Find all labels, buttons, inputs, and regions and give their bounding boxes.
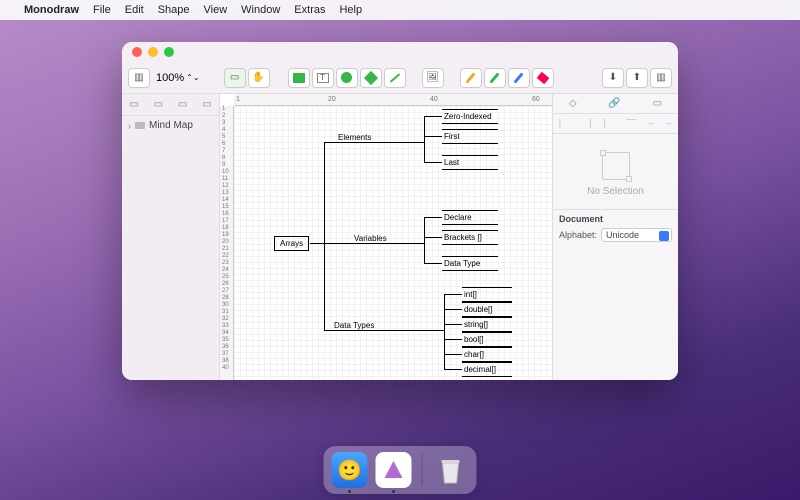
select-tool[interactable]: ▭ <box>224 68 246 88</box>
line-icon <box>389 73 399 82</box>
ruler-horizontal: 1 20 40 60 <box>234 94 552 106</box>
sidebar-toggle-button[interactable]: ▥ <box>128 68 150 88</box>
circle-icon <box>341 72 352 83</box>
inspector-align-row: ⎸ ⎹ ⎸ ⎺ ⎯ ⎯ <box>553 114 678 134</box>
pencil-green-tool[interactable] <box>484 68 506 88</box>
menu-extras[interactable]: Extras <box>294 4 325 16</box>
inspector-tab-link-icon[interactable]: 🔗 <box>608 98 620 109</box>
ruler-vertical: 12 34 56 78 910 1112 1314 1516 1718 1920… <box>220 106 234 380</box>
close-button[interactable] <box>132 47 142 57</box>
pencil-icon <box>466 72 476 83</box>
dock-monodraw[interactable] <box>376 452 412 488</box>
zoom-stepper-icon: ⌃⌄ <box>186 73 199 82</box>
eraser-icon <box>536 71 549 84</box>
diamond-tool[interactable] <box>360 68 382 88</box>
inspector-section-header: Document <box>559 214 672 224</box>
branch-label-datatypes[interactable]: Data Types <box>334 321 374 330</box>
menu-view[interactable]: View <box>204 4 228 16</box>
pencil-icon <box>514 72 524 83</box>
app-window: ▥ 100% ⌃⌄ ▭ ✋ T 🖼 ⬇ ⬆ ▥ <box>122 42 678 380</box>
add-group-icon[interactable]: ▭ <box>154 99 163 110</box>
dock-finder[interactable]: 🙂 <box>332 452 368 488</box>
menu-help[interactable]: Help <box>339 4 362 16</box>
alphabet-label: Alphabet: <box>559 230 597 240</box>
text-icon: T <box>317 73 329 83</box>
pencil-blue-tool[interactable] <box>508 68 530 88</box>
align-top-icon[interactable]: ⎺ <box>627 118 636 129</box>
menu-shape[interactable]: Shape <box>158 4 190 16</box>
leaf-int[interactable]: int[] <box>462 287 512 302</box>
import-button[interactable]: ⬇ <box>602 68 624 88</box>
ellipse-tool[interactable] <box>336 68 358 88</box>
leaf-decimal[interactable]: decimal[] <box>462 362 512 377</box>
no-selection-label: No Selection <box>553 186 678 197</box>
pencil-icon <box>490 72 500 83</box>
align-center-h-icon[interactable]: ⎹ <box>582 118 591 129</box>
canvas-area: 1 20 40 60 12 34 56 78 910 1112 1314 151… <box>220 94 552 380</box>
sidebar: ▭ ▭ ▭ ▭ Mind Map <box>122 94 220 380</box>
leaf-double[interactable]: double[] <box>462 302 512 317</box>
align-left-icon[interactable]: ⎸ <box>560 118 569 129</box>
alphabet-select[interactable]: Unicode <box>601 228 672 242</box>
menu-file[interactable]: File <box>93 4 111 16</box>
leaf-last[interactable]: Last <box>442 155 498 170</box>
align-center-v-icon[interactable]: ⎯ <box>649 118 654 129</box>
titlebar <box>122 42 678 62</box>
branch-label-elements[interactable]: Elements <box>338 133 371 142</box>
canvas[interactable]: Arrays Elements Zero-Indexed First Last … <box>234 106 552 380</box>
align-bottom-icon[interactable]: ⎯ <box>667 118 672 129</box>
no-selection-icon <box>602 152 630 180</box>
eraser-tool[interactable] <box>532 68 554 88</box>
line-tool[interactable] <box>384 68 406 88</box>
leaf-declare[interactable]: Declare <box>442 210 498 225</box>
zoom-control[interactable]: 100% ⌃⌄ <box>156 72 200 84</box>
zoom-value: 100% <box>156 72 184 84</box>
pencil-orange-tool[interactable] <box>460 68 482 88</box>
add-layer-icon[interactable]: ▭ <box>129 99 138 110</box>
leaf-bool[interactable]: bool[] <box>462 332 512 347</box>
inspector-tabs: ◇ 🔗 ▭ <box>553 94 678 114</box>
minimize-button[interactable] <box>148 47 158 57</box>
menu-edit[interactable]: Edit <box>125 4 144 16</box>
sidebar-item-mindmap[interactable]: Mind Map <box>122 116 219 135</box>
dock-separator <box>422 454 423 486</box>
export-button[interactable]: ⬆ <box>626 68 648 88</box>
align-right-icon[interactable]: ⎸ <box>604 118 613 129</box>
rect-icon <box>293 73 305 83</box>
folder-icon[interactable]: ▭ <box>178 99 187 110</box>
pan-tool[interactable]: ✋ <box>248 68 270 88</box>
leaf-datatype[interactable]: Data Type <box>442 256 498 271</box>
delete-icon[interactable]: ▭ <box>202 99 211 110</box>
leaf-string[interactable]: string[] <box>462 317 512 332</box>
zoom-button[interactable] <box>164 47 174 57</box>
dock: 🙂 <box>324 446 477 494</box>
sidebar-item-label: Mind Map <box>149 120 193 131</box>
inspector-tab-geometry-icon[interactable]: ◇ <box>569 98 577 109</box>
text-tool[interactable]: T <box>312 68 334 88</box>
rect-tool[interactable] <box>288 68 310 88</box>
leaf-zero-indexed[interactable]: Zero-Indexed <box>442 109 498 124</box>
no-selection-panel: No Selection <box>553 134 678 209</box>
node-root[interactable]: Arrays <box>274 236 309 251</box>
leaf-char[interactable]: char[] <box>462 347 512 362</box>
inspector: ◇ 🔗 ▭ ⎸ ⎹ ⎸ ⎺ ⎯ ⎯ No Selection Document … <box>552 94 678 380</box>
inspector-toggle-button[interactable]: ▥ <box>650 68 672 88</box>
diamond-icon <box>363 70 377 84</box>
image-tool[interactable]: 🖼 <box>422 68 444 88</box>
folder-icon <box>135 122 145 129</box>
dock-trash[interactable] <box>433 452 469 488</box>
branch-label-variables[interactable]: Variables <box>354 234 387 243</box>
menu-window[interactable]: Window <box>241 4 280 16</box>
leaf-first[interactable]: First <box>442 129 498 144</box>
sidebar-toolbar: ▭ ▭ ▭ ▭ <box>122 94 219 116</box>
menubar-appname[interactable]: Monodraw <box>24 4 79 16</box>
macos-menubar: Monodraw File Edit Shape View Window Ext… <box>0 0 800 20</box>
inspector-document-section: Document Alphabet: Unicode <box>553 209 678 246</box>
inspector-tab-style-icon[interactable]: ▭ <box>653 98 662 109</box>
leaf-brackets[interactable]: Brackets [] <box>442 230 498 245</box>
toolbar: ▥ 100% ⌃⌄ ▭ ✋ T 🖼 ⬇ ⬆ ▥ <box>122 62 678 94</box>
